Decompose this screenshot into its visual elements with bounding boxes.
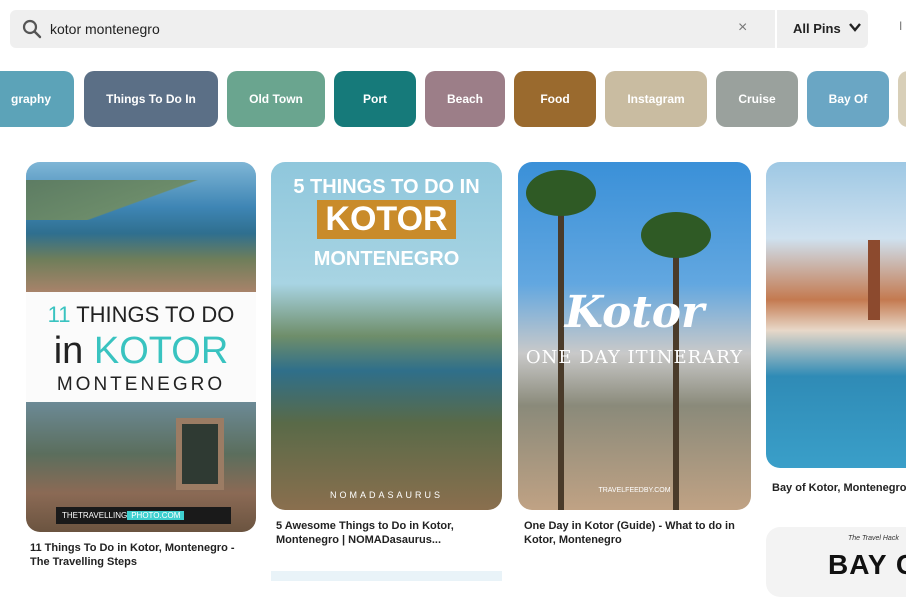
pin-card[interactable]: Kotor ONE DAY ITINERARY TRAVELFEEDBY.COM [518, 162, 751, 510]
pin-overlay-title: BAY C [828, 549, 906, 580]
pin-overlay-line2: in KOTOR [26, 330, 256, 373]
chip-things-to-do-in[interactable]: Things To Do In [84, 71, 218, 127]
chip-label: Beach [446, 92, 484, 106]
chip-label: Port [363, 92, 387, 106]
chip-label: Cruise [738, 92, 776, 106]
pin-watermark: TRAVELFEEDBY.COM [598, 487, 671, 494]
pin-overlay-title: Kotor [564, 287, 705, 338]
pin-caption[interactable]: Bay of Kotor, Montenegro [772, 481, 906, 495]
church-tower [868, 240, 880, 320]
pin-overlay-line1: 5 THINGS TO DO IN [293, 176, 480, 198]
palm-fronds [526, 170, 596, 216]
pin-overlay-subtitle: ONE DAY ITINERARY [525, 347, 744, 368]
chevron-down-icon[interactable] [848, 20, 862, 34]
chip-more[interactable] [898, 71, 906, 127]
pin-overlay-text: in [53, 330, 94, 372]
next-pin-peek[interactable] [271, 571, 502, 581]
chip-beach[interactable]: Beach [425, 71, 505, 127]
chip-label: Bay Of [828, 92, 868, 106]
pin-watermark: NOMADASAURUS [329, 490, 443, 500]
pin-caption[interactable]: 11 Things To Do in Kotor, Montenegro - T… [30, 541, 240, 569]
chip-instagram[interactable]: Instagram [605, 71, 707, 127]
pin-brand-text: THETRAVELLING [62, 511, 128, 520]
chip-label: graphy [10, 92, 51, 106]
chip-label: Instagram [627, 92, 685, 106]
chip-label: Things To Do In [106, 92, 196, 106]
palm-fronds [641, 212, 711, 258]
pin-overlay-text: THINGS TO DO [70, 302, 235, 327]
chip-cruise[interactable]: Cruise [716, 71, 798, 127]
pin-card[interactable]: 11 THINGS TO DO in KOTOR MONTENEGRO THET… [26, 162, 256, 532]
pin-overlay-line1: 11 THINGS TO DO [26, 302, 256, 328]
header-edge-button[interactable]: I [899, 19, 902, 33]
pin-overlay-line3: MONTENEGRO [56, 374, 226, 395]
chip-graphy[interactable]: graphy [0, 71, 74, 127]
clear-search-icon[interactable]: × [738, 19, 747, 37]
pin-caption[interactable]: 5 Awesome Things to Do in Kotor, Montene… [276, 519, 496, 547]
pin-caption[interactable]: One Day in Kotor (Guide) - What to do in… [524, 519, 744, 547]
pin-card[interactable]: The Travel Hack BAY C [766, 527, 906, 597]
search-input[interactable]: kotor montenegro [50, 21, 160, 37]
mountain-shape [26, 180, 256, 220]
chip-bay-of[interactable]: Bay Of [807, 71, 889, 127]
stone-window [176, 418, 224, 490]
search-icon [22, 19, 42, 39]
pin-overlay-number: 11 [47, 302, 71, 327]
pin-overlay-line2-wrap: KOTOR [271, 200, 502, 239]
divider [775, 10, 777, 48]
search-bar[interactable]: kotor montenegro × All Pins [10, 10, 868, 48]
pin-brand-highlight: PHOTO.COM [127, 511, 185, 520]
pin-overlay-line3: MONTENEGRO [313, 248, 460, 270]
chip-food[interactable]: Food [514, 71, 596, 127]
pin-overlay-small: The Travel Hack [848, 535, 899, 542]
palm-trunk [673, 242, 679, 510]
chip-label: Food [540, 92, 570, 106]
pin-brand-banner: THETRAVELLING PHOTO.COM [56, 507, 231, 524]
pin-card[interactable] [766, 162, 906, 468]
pin-card[interactable]: 5 THINGS TO DO IN KOTOR MONTENEGRO NOMAD… [271, 162, 502, 510]
pin-overlay-line2: KOTOR [317, 200, 456, 239]
pin-filter-dropdown[interactable]: All Pins [793, 21, 841, 36]
suggestion-chips: graphy Things To Do In Old Town Port Bea… [0, 71, 906, 127]
chip-old-town[interactable]: Old Town [227, 71, 325, 127]
chip-label: Old Town [249, 92, 303, 106]
chip-port[interactable]: Port [334, 71, 416, 127]
pin-overlay-highlight: KOTOR [93, 330, 229, 372]
